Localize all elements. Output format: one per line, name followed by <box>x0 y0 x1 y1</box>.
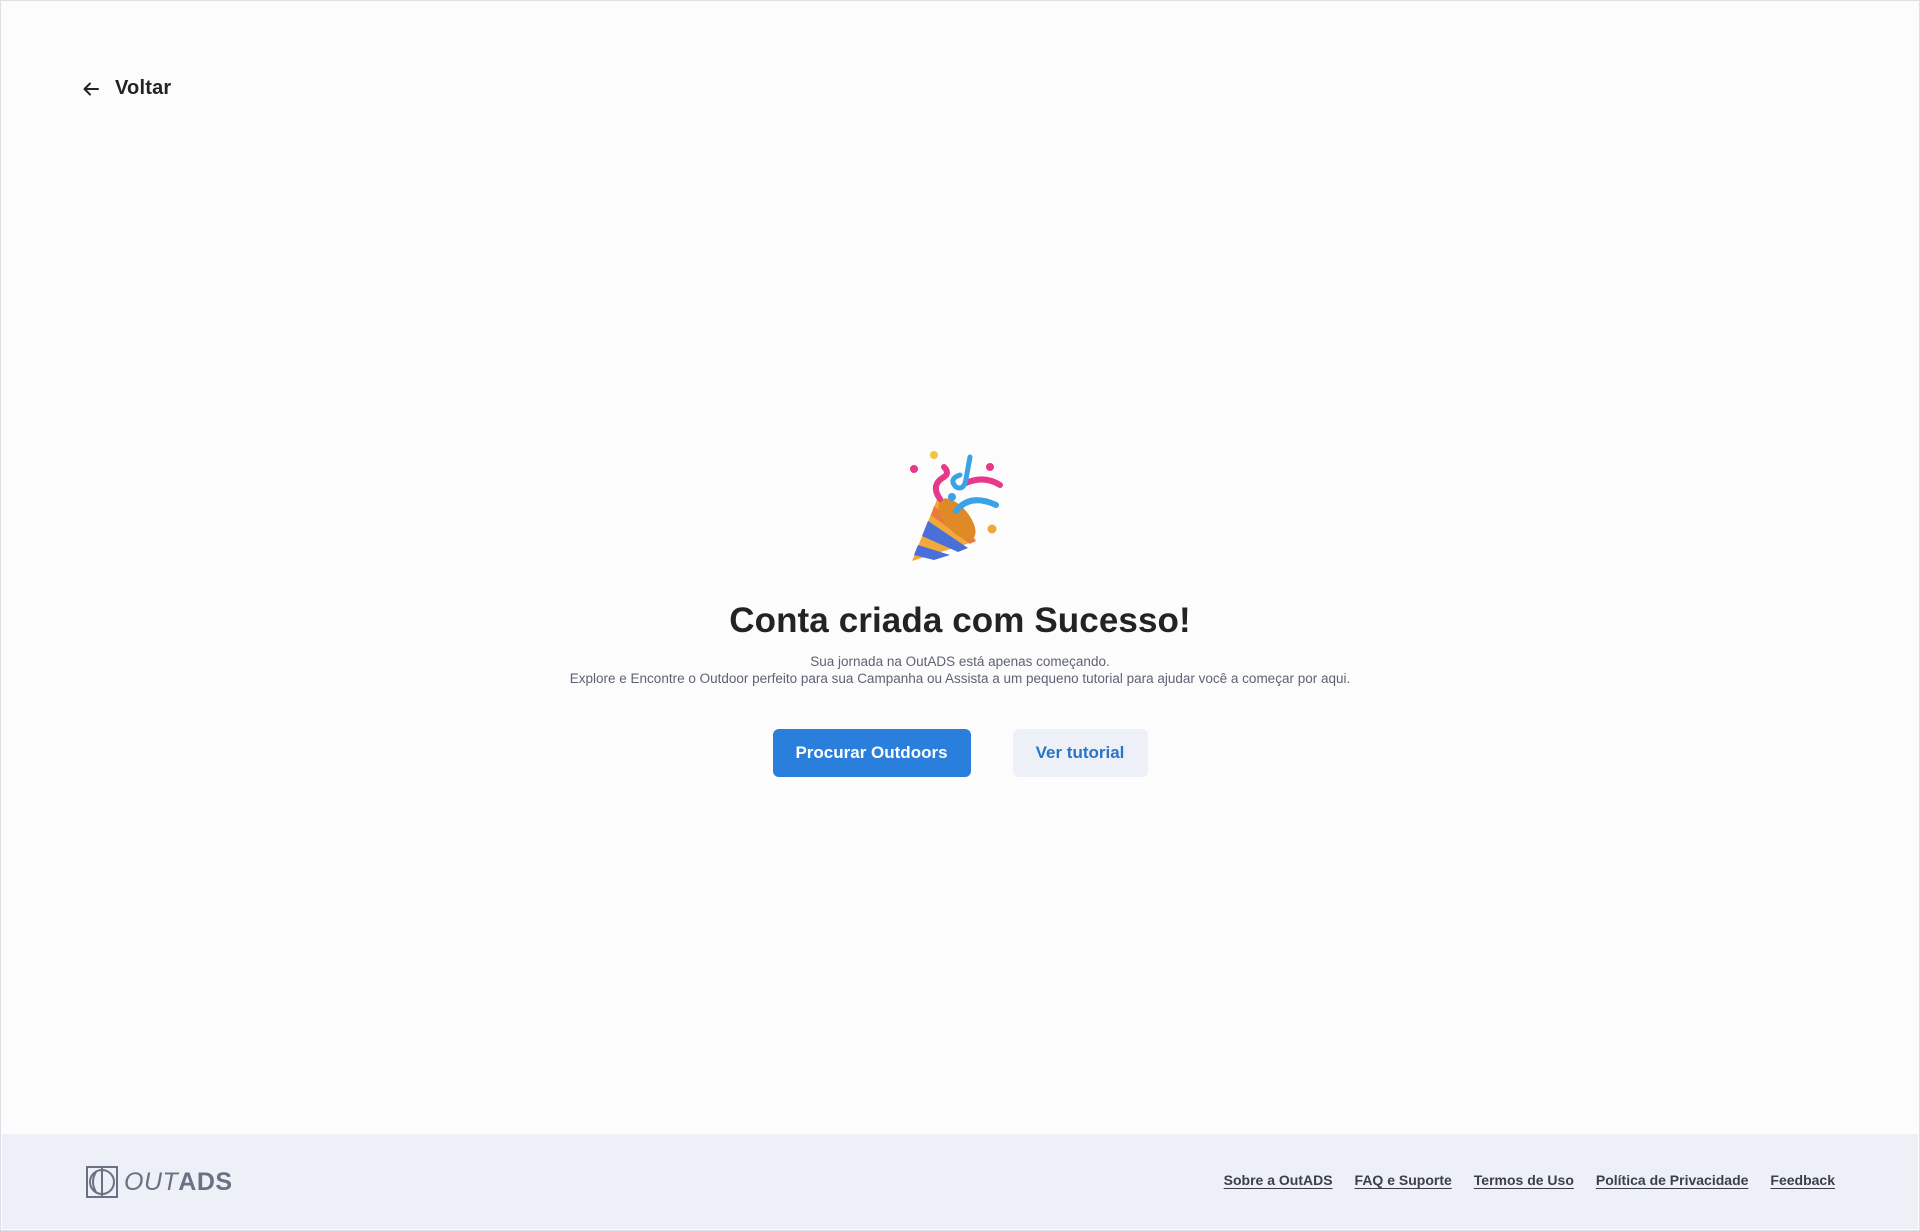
back-button[interactable]: Voltar <box>81 77 171 100</box>
back-label: Voltar <box>115 77 172 99</box>
success-panel: Conta criada com Sucesso! Sua jornada na… <box>1 449 1919 777</box>
footer-link-feedback[interactable]: Feedback <box>1770 1172 1835 1188</box>
subtitle-line-2: Explore e Encontre o Outdoor perfeito pa… <box>569 671 1351 686</box>
logo-wordmark-light: OUT <box>124 1167 179 1196</box>
page-title: Conta criada com Sucesso! <box>729 601 1191 640</box>
outads-logo[interactable]: OUTADS <box>86 1166 233 1198</box>
footer-link-terms[interactable]: Termos de Uso <box>1474 1172 1574 1188</box>
subtitle: Sua jornada na OutADS está apenas começa… <box>570 653 1350 687</box>
footer-link-faq[interactable]: FAQ e Suporte <box>1355 1172 1452 1188</box>
action-buttons: Procurar Outdoors Ver tutorial <box>772 729 1148 777</box>
logo-wordmark: OUTADS <box>124 1168 233 1197</box>
view-tutorial-button[interactable]: Ver tutorial <box>1012 729 1148 777</box>
party-popper-icon <box>910 451 1003 561</box>
search-outdoors-button[interactable]: Procurar Outdoors <box>772 729 971 777</box>
logo-wordmark-bold: ADS <box>178 1167 233 1196</box>
outads-logo-icon <box>86 1166 118 1198</box>
footer-links: Sobre a OutADS FAQ e Suporte Termos de U… <box>1224 1172 1835 1188</box>
subtitle-line-1: Sua jornada na OutADS está apenas começa… <box>810 654 1110 669</box>
footer-link-privacy[interactable]: Política de Privacidade <box>1596 1172 1749 1188</box>
arrow-left-icon <box>83 82 99 95</box>
page-frame: Voltar Conta criada com Sucesso! Sua jor… <box>0 0 1920 1231</box>
footer: OUTADS Sobre a OutADS FAQ e Suporte Term… <box>2 1134 1918 1229</box>
footer-link-about[interactable]: Sobre a OutADS <box>1224 1172 1333 1188</box>
